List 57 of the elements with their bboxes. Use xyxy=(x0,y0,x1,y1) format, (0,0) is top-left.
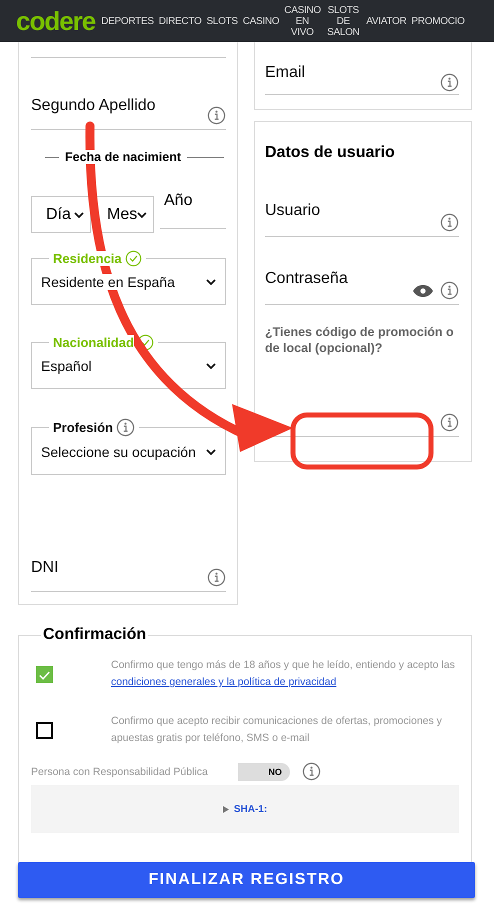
info-icon[interactable] xyxy=(302,762,321,781)
caret-icon xyxy=(206,279,216,285)
nav-link[interactable]: CASINO xyxy=(242,16,280,26)
info-icon[interactable] xyxy=(207,568,226,587)
info-icon[interactable] xyxy=(440,281,459,300)
select-field[interactable]: Nacionalidad Español xyxy=(31,334,226,389)
info-icon[interactable] xyxy=(440,73,459,92)
field-label: Usuario xyxy=(265,202,320,220)
info-icon[interactable] xyxy=(116,418,135,437)
nav-link[interactable]: SLOTS DE SALON xyxy=(325,4,362,38)
caret-icon xyxy=(74,212,84,218)
select-value: Residente en España xyxy=(41,274,175,290)
caret-icon xyxy=(137,212,147,218)
field-label: Segundo Apellido xyxy=(31,97,156,115)
nav-link[interactable]: PROMOCIO xyxy=(411,16,465,26)
terms-link[interactable]: condiciones generales y la política de privacidad xyxy=(111,676,336,688)
fieldset-legend: Residencia xyxy=(53,251,122,266)
nav-link[interactable]: DEPORTES xyxy=(101,16,154,26)
day-select[interactable]: Día xyxy=(31,196,91,233)
checkbox[interactable] xyxy=(36,666,53,682)
field-label: ¿Tienes código de promoción o de local (opcional)? xyxy=(265,324,455,356)
input-field[interactable]: Contraseña xyxy=(265,270,459,305)
eye-icon[interactable] xyxy=(412,284,434,298)
month-select[interactable]: Mes xyxy=(94,196,154,233)
info-icon[interactable] xyxy=(207,106,226,125)
nav-link[interactable]: AVIATOR xyxy=(366,16,406,26)
consent-text: Confirmo que acepto recibir comunicaciones de ofertas, promociones y apuestas gratis por teléfono, SMS o e-mail xyxy=(111,714,443,746)
submit-button[interactable]: FINALIZAR REGISTRO xyxy=(18,862,475,898)
input-field[interactable]: Usuario xyxy=(265,202,459,237)
info-icon[interactable] xyxy=(440,413,459,432)
input-field[interactable]: DNI xyxy=(31,559,226,592)
checkbox[interactable] xyxy=(36,722,53,738)
toggle-label: Persona con Responsabilidad Pública xyxy=(31,766,208,778)
section-title: Confirmación xyxy=(42,626,148,644)
field-label: Email xyxy=(265,64,306,82)
field-label: Contraseña xyxy=(265,270,348,288)
nav-link[interactable]: CASINO EN VIVO xyxy=(284,4,320,38)
select-field[interactable]: Residencia Residente en España xyxy=(31,250,226,305)
logo[interactable]: codere xyxy=(16,8,96,34)
caret-icon xyxy=(206,363,216,369)
select-value: Seleccione su ocupación xyxy=(41,444,196,460)
fieldset-legend: Fecha de nacimient xyxy=(65,150,182,164)
section-title: Datos de usuario xyxy=(265,144,396,162)
nav-link[interactable]: SLOTS xyxy=(206,16,238,26)
fieldset-legend: Nacionalidad xyxy=(53,335,134,350)
input-field[interactable]: Segundo Apellido xyxy=(31,97,226,130)
select-field[interactable]: Profesión Seleccione su ocupación xyxy=(31,418,226,475)
field-label: DNI xyxy=(31,559,59,577)
input-field[interactable]: Email xyxy=(265,64,459,95)
year-field[interactable]: Año xyxy=(160,192,226,229)
nav-link[interactable]: DIRECTO xyxy=(158,16,202,26)
details-toggle[interactable]: SHA-1: xyxy=(222,804,268,814)
info-icon[interactable] xyxy=(440,213,459,232)
caret-icon xyxy=(206,449,216,455)
consent-text: Confirmo que tengo más de 18 años y que he leído, entiendo y acepto las condiciones generales y la política de privacidad xyxy=(111,658,456,690)
fieldset-legend: Profesión xyxy=(53,420,113,435)
select-value: Español xyxy=(41,358,92,374)
